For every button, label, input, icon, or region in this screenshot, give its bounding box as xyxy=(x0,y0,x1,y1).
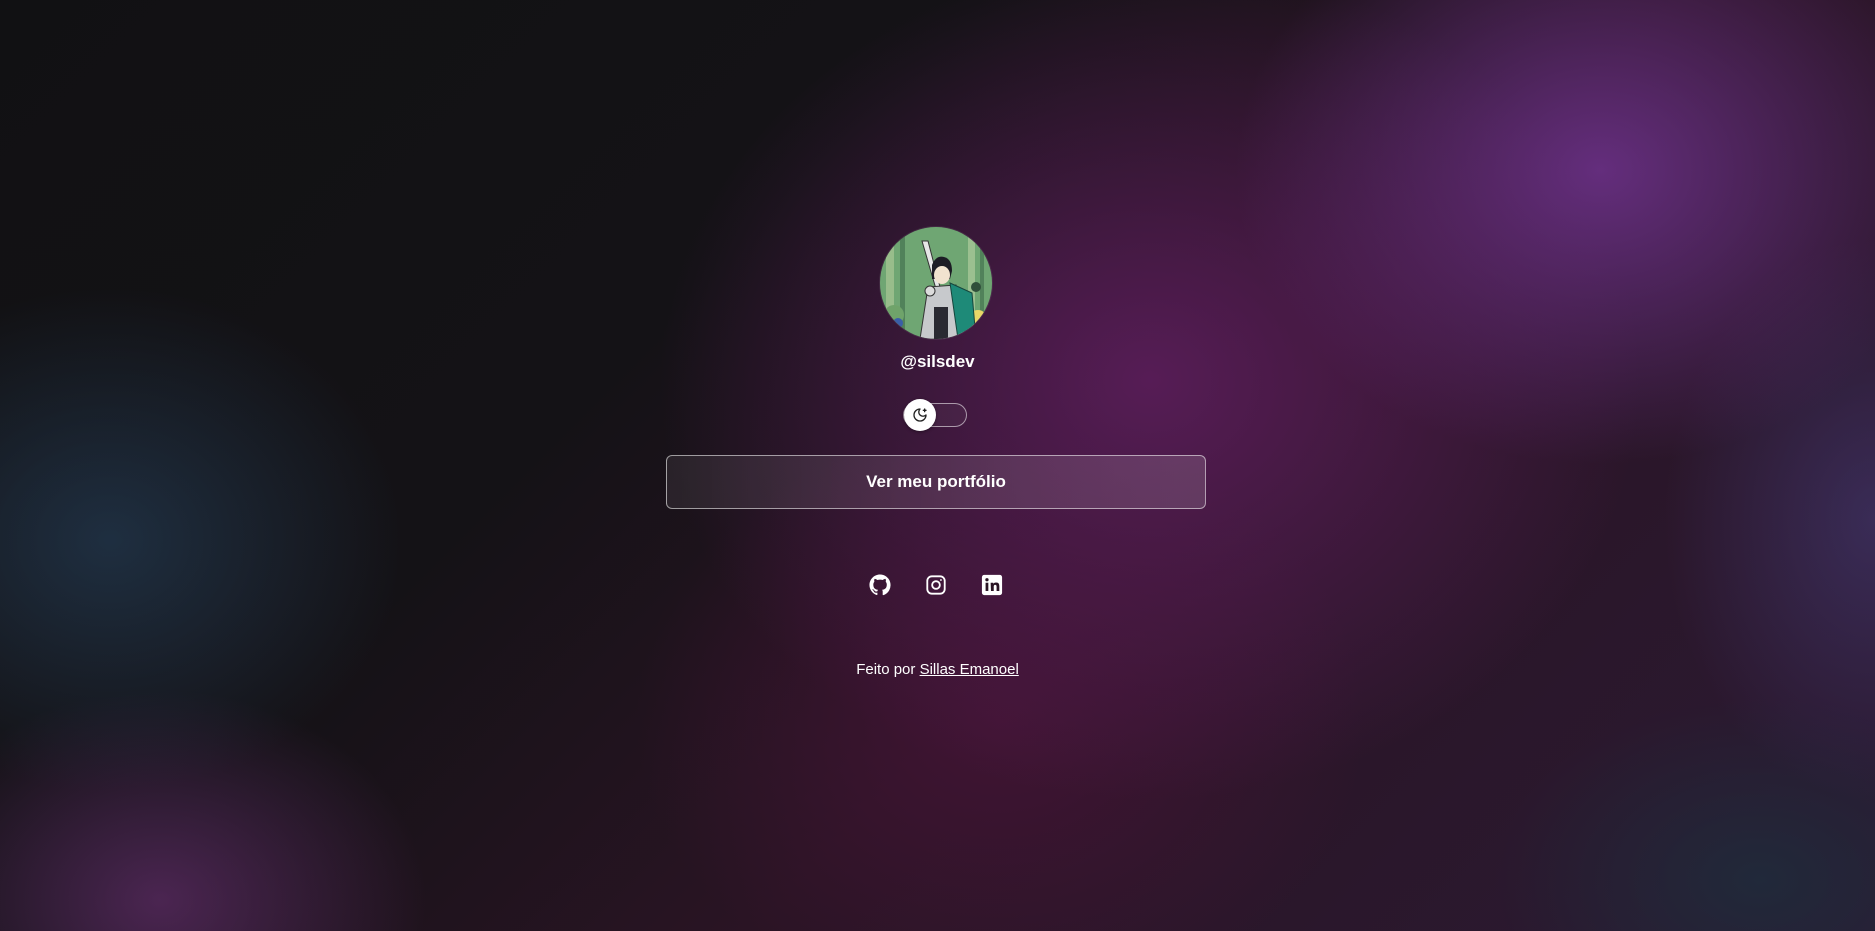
portfolio-button[interactable]: Ver meu portfólio xyxy=(666,455,1206,509)
username-handle: @silsdev xyxy=(900,352,975,371)
link-page: @silsdev Ver meu portfólio Feito por Sil… xyxy=(0,0,1875,931)
theme-toggle-knob[interactable] xyxy=(904,399,936,431)
avatar-illustration xyxy=(880,227,992,339)
social-links xyxy=(0,573,1875,597)
footer-prefix: Feito por xyxy=(856,661,916,678)
footer: Feito por Sillas Emanoel xyxy=(0,661,1875,678)
instagram-link[interactable] xyxy=(924,573,948,597)
github-icon xyxy=(869,574,891,596)
avatar xyxy=(880,227,992,339)
linkedin-link[interactable] xyxy=(980,573,1004,597)
moon-stars-icon xyxy=(913,408,927,422)
instagram-icon xyxy=(926,575,946,595)
linkedin-icon xyxy=(981,574,1003,596)
author-link[interactable]: Sillas Emanoel xyxy=(920,661,1019,678)
github-link[interactable] xyxy=(868,573,892,597)
